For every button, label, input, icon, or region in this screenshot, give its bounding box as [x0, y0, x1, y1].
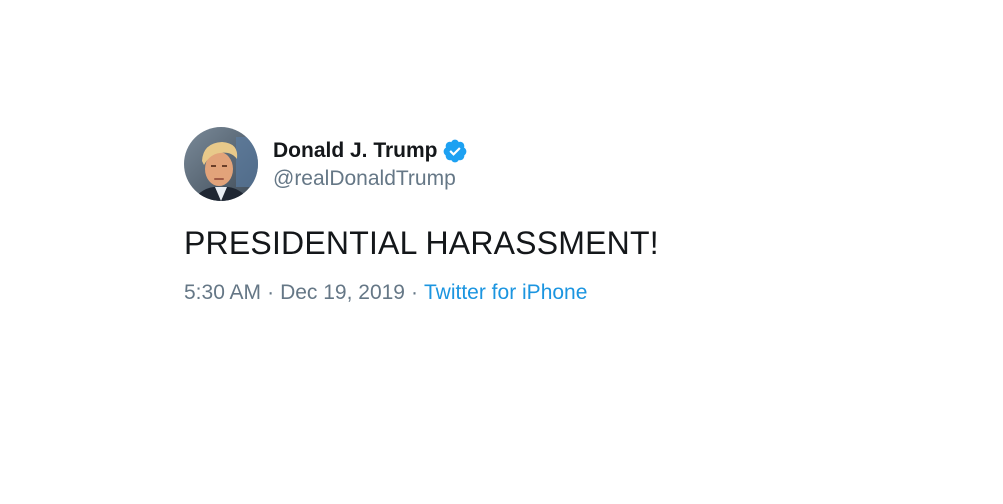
author-handle[interactable]: @realDonaldTrump — [273, 167, 468, 191]
verified-badge-icon — [442, 138, 468, 164]
avatar-image — [184, 127, 258, 201]
timestamp-time[interactable]: 5:30 AM — [184, 281, 261, 304]
author-names: Donald J. Trump @realDonaldTrump — [273, 137, 468, 191]
display-name[interactable]: Donald J. Trump — [273, 139, 438, 163]
tweet-card: Donald J. Trump @realDonaldTrump PRESIDE… — [184, 127, 824, 308]
source-link[interactable]: Twitter for iPhone — [424, 281, 587, 304]
avatar[interactable] — [184, 127, 258, 201]
tweet-text: PRESIDENTIAL HARASSMENT! — [184, 225, 659, 261]
timestamp-date[interactable]: Dec 19, 2019 — [280, 281, 405, 304]
tweet-header: Donald J. Trump @realDonaldTrump — [184, 127, 824, 201]
name-row: Donald J. Trump — [273, 137, 468, 165]
separator-dot: · — [411, 281, 418, 304]
separator-dot: · — [267, 281, 275, 304]
tweet-metadata: 5:30 AM · Dec 19, 2019 · Twitter for iPhone — [184, 278, 824, 308]
